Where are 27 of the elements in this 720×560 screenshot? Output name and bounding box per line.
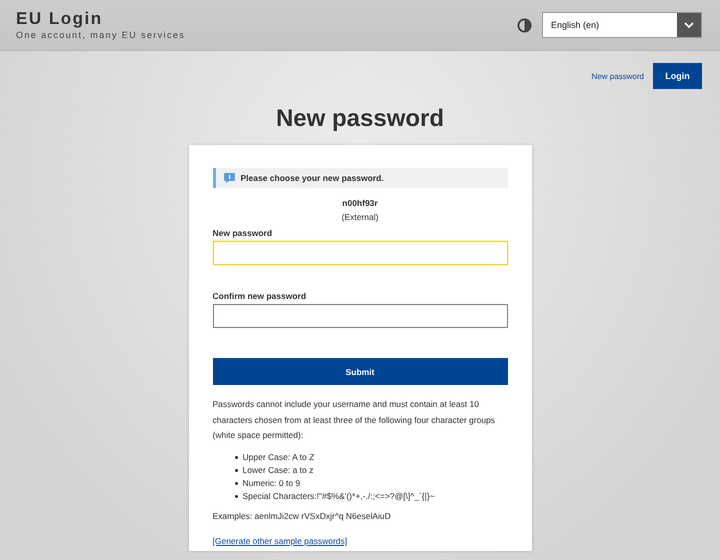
rule-item: Special Characters:!"#$%&'()*+,-./:;<=>?@[\]^_`{|}~ bbox=[242, 490, 435, 502]
login-button[interactable]: Login bbox=[653, 63, 702, 89]
info-icon bbox=[224, 173, 234, 183]
caret-icon bbox=[684, 22, 694, 28]
bullet-icon bbox=[234, 468, 238, 472]
bullet-icon bbox=[234, 482, 238, 484]
page-title: New password bbox=[274, 105, 446, 133]
field-label: Confirm new password bbox=[212, 291, 308, 301]
submit-button[interactable]: Submit bbox=[212, 358, 508, 385]
password-rules: Passwords cannot include your username and must contain at least 10 characters chosen from at least three of the following four character groups (white space permitted): bbox=[212, 398, 496, 442]
rule-item: Lower Case: a to z bbox=[242, 464, 314, 476]
username: n00hf93r bbox=[342, 198, 378, 208]
site-subtitle: One account, many EU services bbox=[16, 30, 186, 40]
account-type: (External) bbox=[342, 212, 378, 222]
field-label: New password bbox=[212, 228, 274, 238]
password-field[interactable] bbox=[212, 304, 508, 328]
contrast-icon[interactable] bbox=[517, 18, 532, 32]
language-select[interactable]: English (en) bbox=[542, 12, 702, 38]
notice-text: Please choose your new password. bbox=[240, 173, 384, 183]
examples-text: Examples: aenlmJi2cw rVSxDxjr^q N6eselAiuD bbox=[212, 510, 392, 523]
bullet-icon bbox=[234, 494, 238, 498]
rule-item: Numeric: 0 to 9 bbox=[242, 476, 300, 490]
site-title: EU Login bbox=[16, 10, 104, 28]
new-password-link[interactable]: New password bbox=[592, 72, 644, 80]
rule-item: Upper Case: A to Z bbox=[242, 450, 314, 464]
bullet-icon bbox=[234, 456, 238, 458]
generate-passwords-link[interactable]: [Generate other sample passwords] bbox=[212, 536, 348, 546]
